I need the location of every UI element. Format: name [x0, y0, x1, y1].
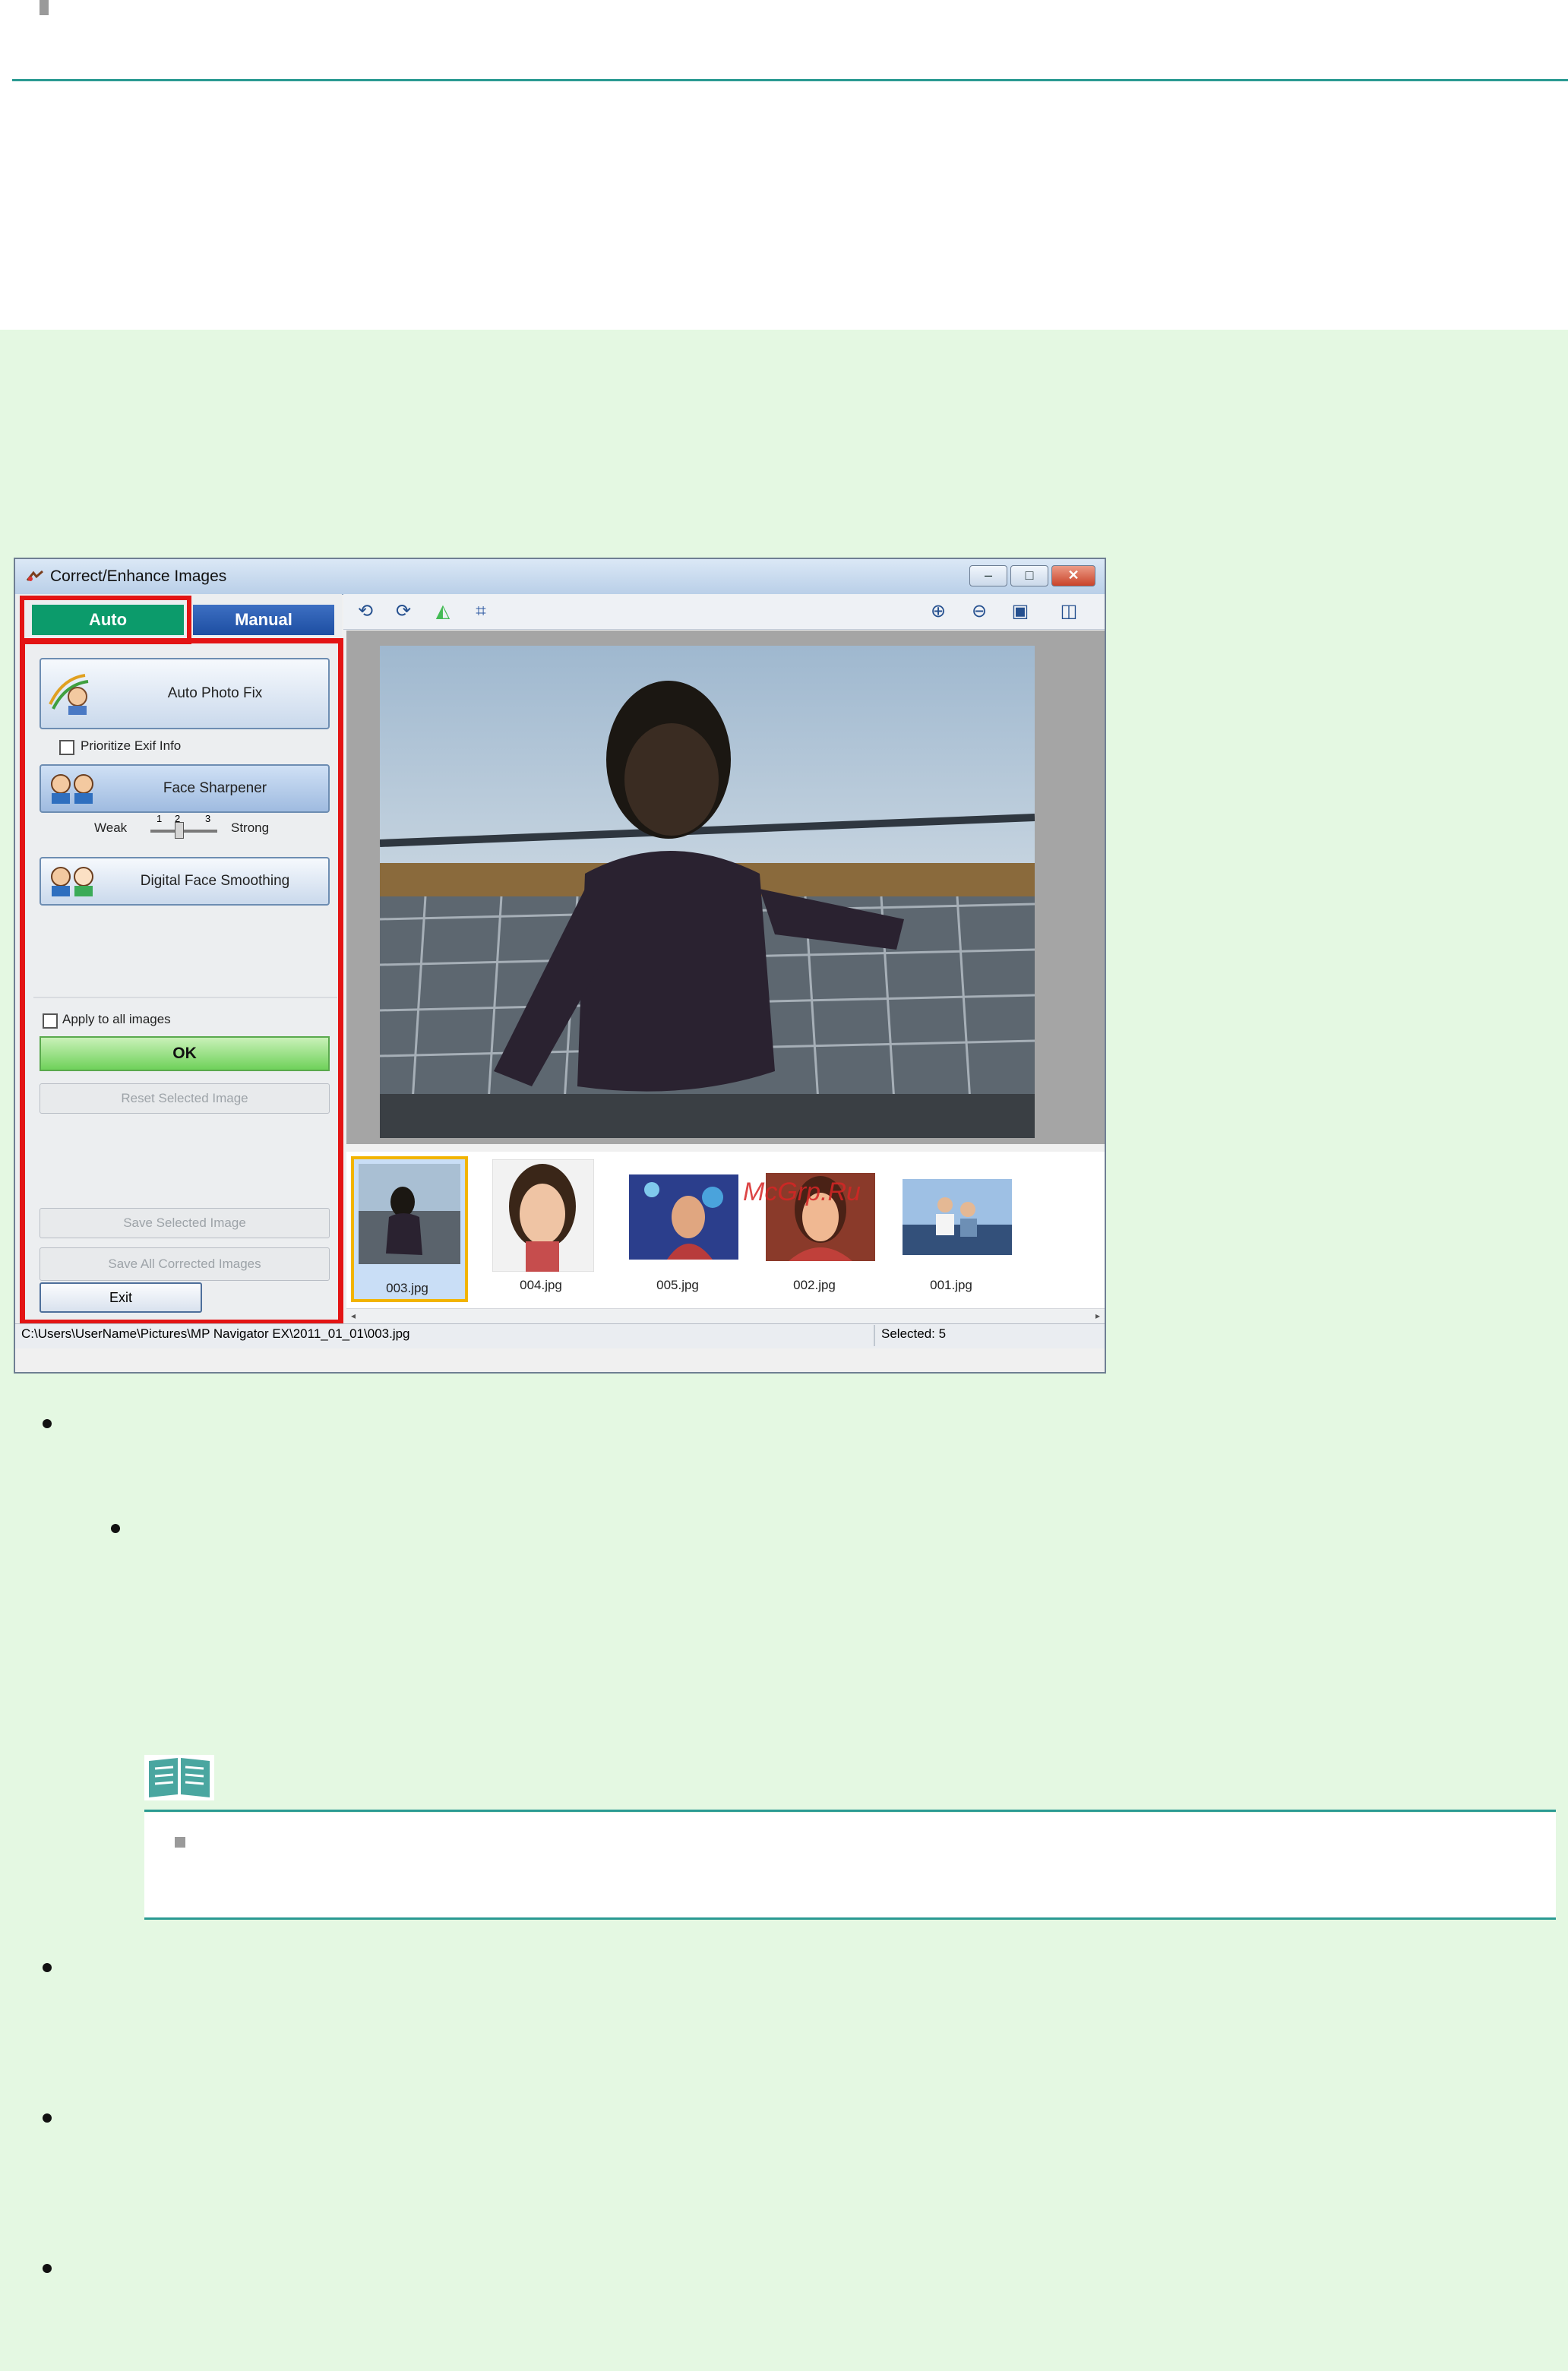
- list-bullet: [111, 1524, 120, 1533]
- thumbnail-image: [903, 1179, 1012, 1255]
- list-bullet: [43, 1963, 52, 1972]
- crop-icon[interactable]: ⌗: [469, 600, 492, 623]
- app-icon: [26, 570, 43, 581]
- zoom-in-icon[interactable]: ⊕: [927, 600, 950, 623]
- highlight-frame-tab: [20, 596, 191, 644]
- thumbnail-caption: 005.jpg: [656, 1278, 699, 1292]
- maximize-button[interactable]: □: [1010, 565, 1048, 586]
- thumbnail-005[interactable]: 005.jpg: [624, 1156, 741, 1302]
- list-bullet: [43, 2264, 52, 2273]
- compare-view-icon[interactable]: ◫: [1057, 600, 1080, 623]
- zoom-out-icon[interactable]: ⊖: [968, 600, 991, 623]
- thumbnail-scrollbar[interactable]: ◂ ▸: [346, 1308, 1105, 1324]
- image-toolbar: ⟲ ⟳ ◭ ⌗ ⊕ ⊖ ▣ ◫: [343, 594, 1105, 630]
- note-book-icon: [144, 1755, 214, 1800]
- note-divider-top: [144, 1810, 1556, 1812]
- thumbnail-caption: 001.jpg: [930, 1278, 972, 1292]
- note-bullet-square: [40, 0, 49, 15]
- highlight-frame-panel: [20, 638, 343, 1325]
- thumbnail-strip: 003.jpg 004.jpg 005.jpg 002.jpg 001.jpg: [346, 1152, 1105, 1308]
- note-box: [144, 1813, 1556, 1919]
- status-file-path: C:\Users\UserName\Pictures\MP Navigator …: [21, 1326, 410, 1341]
- thumbnail-image: [492, 1159, 594, 1272]
- scroll-left-arrow-icon[interactable]: ◂: [351, 1310, 356, 1321]
- note-divider-bottom: [144, 1917, 1556, 1920]
- correct-enhance-window: Correct/Enhance Images – □ ✕ Auto Manual…: [14, 558, 1106, 1374]
- list-bullet: [43, 2113, 52, 2123]
- list-bullet: [43, 1419, 52, 1428]
- rotate-left-icon[interactable]: ⟲: [354, 600, 377, 623]
- flip-icon[interactable]: ◭: [432, 600, 454, 623]
- tab-manual[interactable]: Manual: [193, 605, 334, 635]
- note-bullet-square: [175, 1837, 185, 1848]
- preview-photo[interactable]: [380, 646, 1035, 1138]
- fit-image-icon[interactable]: ▣: [1009, 600, 1032, 623]
- status-divider: [874, 1325, 875, 1346]
- window-titlebar[interactable]: Correct/Enhance Images – □ ✕: [15, 559, 1105, 595]
- thumbnail-image: [359, 1164, 460, 1264]
- scroll-right-arrow-icon[interactable]: ▸: [1095, 1310, 1100, 1321]
- minimize-button[interactable]: –: [969, 565, 1007, 586]
- thumbnail-004[interactable]: 004.jpg: [488, 1156, 605, 1302]
- thumbnail-caption: 004.jpg: [520, 1278, 562, 1292]
- thumbnail-caption: 002.jpg: [793, 1278, 836, 1292]
- status-selected-count: Selected: 5: [881, 1326, 947, 1341]
- thumbnail-caption: 003.jpg: [386, 1281, 428, 1295]
- thumbnail-image: [629, 1174, 738, 1260]
- thumbnail-001[interactable]: 001.jpg: [898, 1156, 1015, 1302]
- thumbnail-003[interactable]: 003.jpg: [351, 1156, 468, 1302]
- section-divider: [12, 79, 1568, 81]
- watermark-text: McGrp.Ru: [743, 1178, 861, 1206]
- window-title: Correct/Enhance Images: [50, 567, 227, 585]
- rotate-right-icon[interactable]: ⟳: [392, 600, 415, 623]
- close-button[interactable]: ✕: [1051, 565, 1095, 586]
